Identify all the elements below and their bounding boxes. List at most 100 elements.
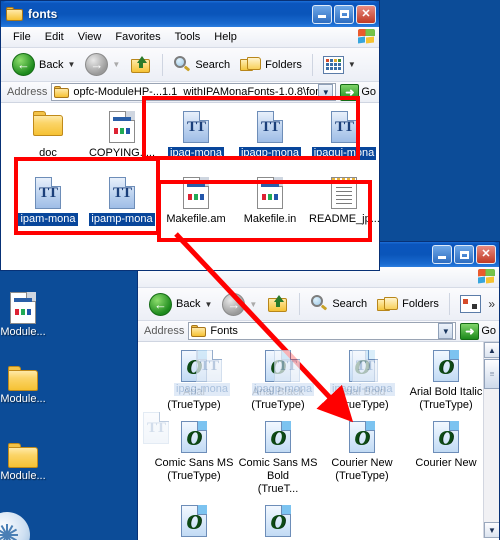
font-item[interactable]: O Courier New (TrueType): [320, 421, 404, 496]
maximize-button[interactable]: [334, 4, 354, 24]
scroll-down-button[interactable]: ▼: [484, 522, 499, 538]
truetype-ghost-icon: TT: [352, 350, 378, 382]
up-button[interactable]: [263, 292, 293, 316]
search-label: Search: [332, 298, 368, 310]
search-button[interactable]: Search: [306, 293, 371, 315]
folders-button[interactable]: Folders: [373, 294, 443, 315]
font-item[interactable]: O Arial Bold Italic (TrueType): [404, 350, 488, 412]
font-item[interactable]: OEstrangelo: [236, 505, 320, 538]
folder-icon: [8, 443, 38, 468]
font-item[interactable]: OCourier New: [152, 505, 236, 538]
file-icon-slot: [307, 177, 379, 213]
file-item[interactable]: Makefile.in: [233, 177, 307, 229]
file-item[interactable]: doc: [11, 111, 85, 163]
chevron-down-icon[interactable]: ▼: [438, 323, 454, 339]
truetype-icon: TT: [35, 177, 61, 209]
font-icon-slot: O: [236, 421, 320, 457]
menu-item-view[interactable]: View: [71, 31, 109, 43]
font-label-line: Courier New: [331, 457, 393, 469]
address-input[interactable]: Fonts ▼: [188, 322, 457, 340]
font-label-line: (TrueType): [251, 399, 305, 411]
truetype-ghost-icon: TT: [143, 412, 169, 444]
views-button[interactable]: ▼: [319, 54, 360, 76]
file-item[interactable]: README_jp...: [307, 177, 379, 229]
menu-item-file[interactable]: File: [6, 31, 38, 43]
menu-item-help[interactable]: Help: [207, 31, 244, 43]
chevron-down-icon[interactable]: ▼: [348, 60, 356, 69]
folders-button[interactable]: Folders: [236, 54, 306, 75]
minimize-button[interactable]: [312, 4, 332, 24]
font-label-line: (TrueType): [335, 399, 389, 411]
window-titlebar[interactable]: fonts ✕: [1, 1, 379, 27]
vertical-scrollbar[interactable]: ▲ ▼: [483, 342, 499, 538]
font-item[interactable]: OArial(TrueType): [152, 350, 236, 412]
desktop-icon-module-folder-2[interactable]: Module...: [0, 443, 60, 482]
desktop-icon-label: Module...: [0, 326, 46, 338]
desktop-icon-module-doc[interactable]: Module...: [0, 292, 60, 338]
fonts-list-pane[interactable]: OArial(TrueType)OArial Black(TrueType)OA…: [138, 342, 499, 538]
opentype-icon: O: [181, 505, 207, 537]
file-item[interactable]: Makefile.am: [159, 177, 233, 229]
address-label: Address: [7, 86, 48, 98]
toolbar[interactable]: ← Back ▼ → ▼ Search: [1, 48, 379, 82]
forward-button: → ▼: [81, 51, 124, 78]
file-item[interactable]: TT ipagui-mona: [307, 111, 379, 163]
start-orb-icon[interactable]: [0, 512, 30, 540]
minimize-button[interactable]: [432, 245, 452, 264]
window-fonts-archive[interactable]: fonts ✕ File Edit View Favorites Tools H…: [0, 0, 380, 271]
toolbar-overflow-button[interactable]: »: [488, 297, 499, 311]
opentype-icon: O: [433, 350, 459, 382]
close-button[interactable]: ✕: [356, 4, 376, 24]
file-item[interactable]: TT ipagp-mona: [233, 111, 307, 163]
file-item[interactable]: TT ipam-mona: [11, 177, 85, 229]
toolbar[interactable]: ← Back ▼ → ▼ Search: [138, 288, 499, 321]
truetype-icon: TT: [109, 177, 135, 209]
back-button[interactable]: ← Back ▼: [145, 291, 216, 318]
file-grid: doc COPYING.f... TT ipag-mona TT ipagp-mona TT…: [1, 103, 379, 229]
maximize-button[interactable]: [454, 245, 474, 264]
menu-bar[interactable]: File Edit View Favorites Tools Help: [1, 27, 379, 48]
font-label-line: (TrueType): [335, 470, 389, 482]
document-icon: [10, 292, 36, 324]
chevron-down-icon[interactable]: ▼: [318, 84, 334, 100]
close-button[interactable]: ✕: [476, 245, 496, 264]
address-input[interactable]: opfc-ModuleHP-...1.1_withIPAMonaFonts-1.…: [51, 83, 337, 101]
file-label: ipam-mona: [11, 213, 85, 229]
back-button[interactable]: ← Back ▼: [8, 51, 79, 78]
drag-ghost-label: ipagp-mona: [252, 383, 315, 396]
search-button[interactable]: Search: [169, 54, 234, 76]
scroll-up-button[interactable]: ▲: [484, 342, 499, 358]
menu-item-favorites[interactable]: Favorites: [108, 31, 167, 43]
chevron-down-icon: ▼: [249, 299, 258, 309]
desktop-icon-label: Module...: [0, 393, 46, 405]
up-button[interactable]: [126, 53, 156, 77]
font-label-line: (TrueType): [167, 470, 221, 482]
menu-item-tools[interactable]: Tools: [168, 31, 208, 43]
font-item[interactable]: O Comic Sans MS Bold (TrueT...: [236, 421, 320, 496]
file-label-text: ipagp-mona: [238, 147, 302, 160]
chevron-down-icon[interactable]: ▼: [204, 300, 212, 309]
font-label: Courier New: [404, 457, 488, 470]
go-button[interactable]: ➜ Go: [460, 322, 496, 340]
document-icon: [257, 177, 283, 209]
file-list-pane[interactable]: doc COPYING.f... TT ipag-mona TT ipagp-mona TT…: [1, 103, 379, 270]
truetype-icon: TT: [331, 111, 357, 143]
file-item[interactable]: TT ipamp-mona: [85, 177, 159, 229]
menu-item-edit[interactable]: Edit: [38, 31, 71, 43]
font-icon-slot: O: [404, 350, 488, 386]
desktop-icon-module-folder-1[interactable]: Module...: [0, 366, 60, 405]
views-icon: [459, 295, 481, 313]
chevron-down-icon[interactable]: ▼: [67, 60, 75, 69]
scrollbar-thumb[interactable]: [484, 359, 499, 389]
views-button[interactable]: [456, 293, 485, 315]
font-icon-slot: O: [404, 421, 488, 457]
font-item[interactable]: OCourier New: [404, 421, 488, 496]
drag-ghost-label: ipag-mona: [174, 383, 230, 396]
forward-button: → ▼: [218, 291, 261, 318]
file-item[interactable]: TT ipag-mona: [159, 111, 233, 163]
go-button[interactable]: ➜ Go: [340, 83, 376, 101]
search-label: Search: [195, 58, 231, 71]
file-item[interactable]: COPYING.f...: [85, 111, 159, 163]
address-bar[interactable]: Address Fonts ▼ ➜ Go: [138, 321, 499, 342]
address-bar[interactable]: Address opfc-ModuleHP-...1.1_withIPAMona…: [1, 82, 379, 103]
